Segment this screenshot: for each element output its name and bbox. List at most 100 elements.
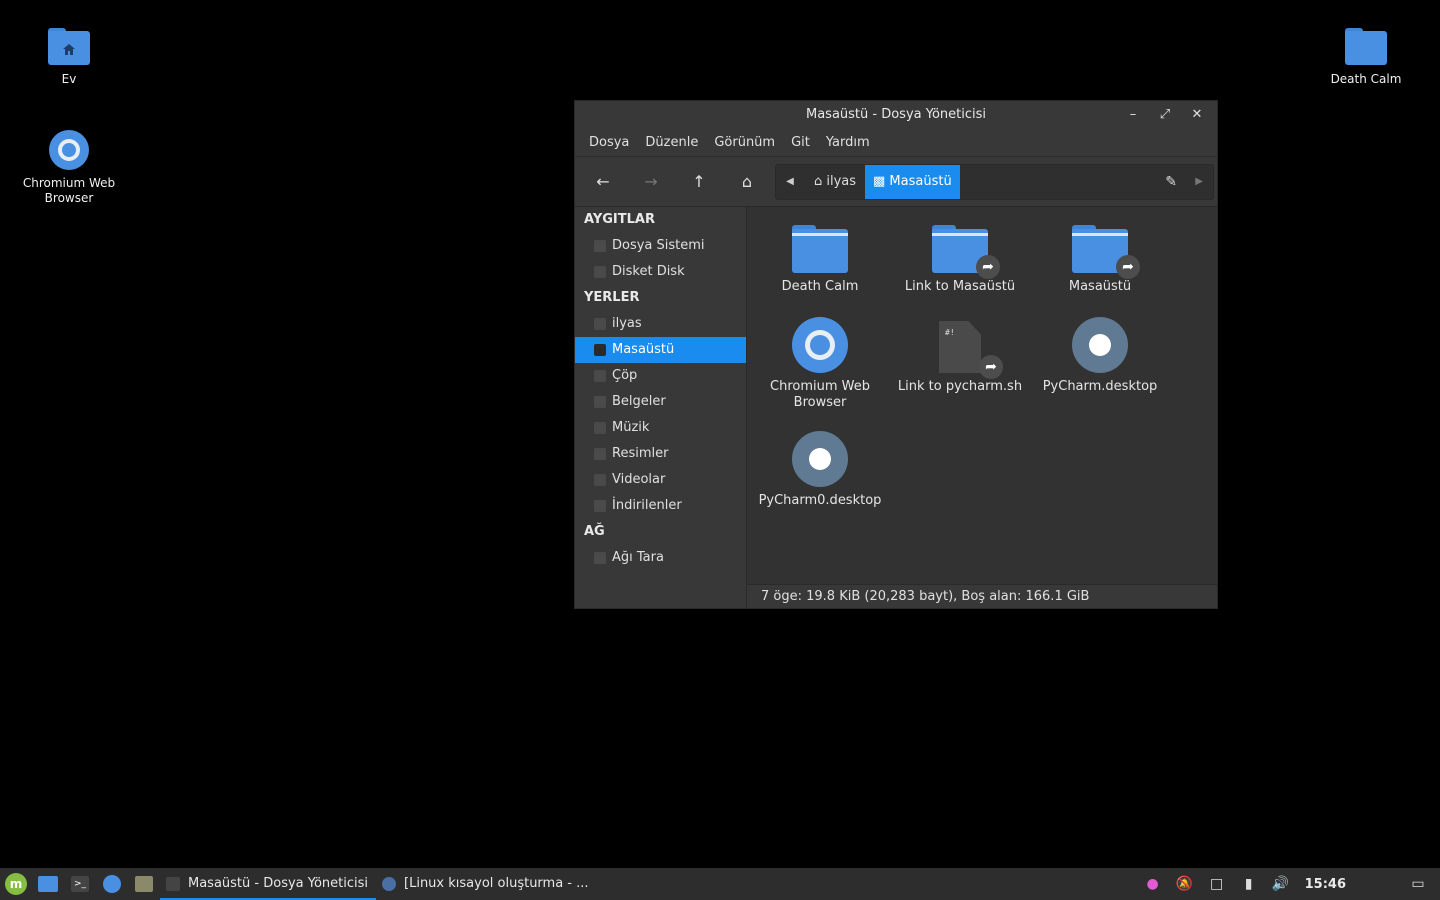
breadcrumb-home[interactable]: ⌂ ilyas bbox=[806, 165, 864, 199]
sidebar-header-devices: AYGITLAR bbox=[584, 212, 655, 227]
window-titlebar[interactable]: Masaüstü - Dosya Yöneticisi – ⤢ ✕ bbox=[575, 101, 1217, 129]
desktop-icon-death-calm[interactable]: Death Calm bbox=[1311, 26, 1421, 87]
drive-icon bbox=[594, 240, 606, 252]
volume-icon[interactable]: 🔊 bbox=[1265, 876, 1297, 892]
display-icon[interactable]: □ bbox=[1201, 876, 1233, 892]
terminal-launcher[interactable]: >_ bbox=[64, 868, 96, 900]
breadcrumb-current[interactable]: ▩ Masaüstü bbox=[865, 165, 960, 199]
folder-link-icon: ➦ bbox=[1072, 223, 1140, 279]
file-item[interactable]: ➦ Masaüstü bbox=[1030, 223, 1170, 295]
task-label: Masaüstü - Dosya Yöneticisi bbox=[188, 876, 369, 891]
file-item[interactable]: Chromium Web Browser bbox=[750, 317, 890, 411]
sidebar-item-floppy[interactable]: Disket Disk bbox=[575, 259, 746, 285]
status-bar: 7 öge: 19.8 KiB (20,283 bayt), Boş alan:… bbox=[747, 584, 1217, 608]
link-arrow-icon: ➦ bbox=[1116, 255, 1140, 279]
back-button[interactable]: ← bbox=[588, 168, 618, 196]
home-folder-icon bbox=[48, 26, 90, 66]
sidebar-item-label: Dosya Sistemi bbox=[612, 238, 705, 253]
mint-logo-icon: m bbox=[5, 873, 27, 895]
desktop-icon-label: Chromium Web Browser bbox=[22, 176, 116, 205]
sidebar-item-label: ilyas bbox=[612, 316, 642, 331]
menu-button[interactable]: m bbox=[0, 868, 32, 900]
desktop-icon-label: Ev bbox=[61, 72, 77, 86]
music-icon bbox=[594, 422, 606, 434]
sidebar-item-videos[interactable]: Videolar bbox=[575, 467, 746, 493]
menu-duzenle[interactable]: Düzenle bbox=[637, 135, 706, 150]
sidebar-item-label: Belgeler bbox=[612, 394, 666, 409]
sidebar-item-filesystem[interactable]: Dosya Sistemi bbox=[575, 233, 746, 259]
files-launcher[interactable] bbox=[128, 868, 160, 900]
file-manager-window: Masaüstü - Dosya Yöneticisi – ⤢ ✕ Dosya … bbox=[574, 100, 1218, 609]
path-bar: ◀ ⌂ ilyas ▩ Masaüstü ✎ ▶ bbox=[775, 164, 1214, 200]
taskbar: m >_ Masaüstü - Dosya Yöneticisi [Linux … bbox=[0, 868, 1440, 900]
edit-path-icon[interactable]: ✎ bbox=[1165, 165, 1177, 199]
pictures-icon bbox=[594, 448, 606, 460]
file-name: Link to Masaüstü bbox=[904, 279, 1016, 294]
folder-icon bbox=[792, 223, 848, 273]
terminal-icon: >_ bbox=[71, 876, 89, 892]
file-item[interactable]: Death Calm bbox=[750, 223, 890, 295]
file-name: Masaüstü bbox=[1068, 279, 1132, 294]
path-scroll-right-icon[interactable]: ▶ bbox=[1195, 165, 1203, 199]
folder-link-icon: ➦ bbox=[932, 223, 1000, 279]
show-desktop-button[interactable] bbox=[32, 868, 64, 900]
desktop-icon-label: Death Calm bbox=[1330, 72, 1402, 86]
menubar: Dosya Düzenle Görünüm Git Yardım bbox=[575, 129, 1217, 157]
menu-gorunum[interactable]: Görünüm bbox=[706, 135, 783, 150]
desktop-icon bbox=[594, 344, 606, 356]
minimize-button[interactable]: – bbox=[1119, 101, 1147, 129]
sidebar-item-downloads[interactable]: İndirilenler bbox=[575, 493, 746, 519]
sidebar-item-documents[interactable]: Belgeler bbox=[575, 389, 746, 415]
task-browser[interactable]: [Linux kısayol oluşturma - ... bbox=[376, 868, 597, 900]
sidebar-item-browse-network[interactable]: Ağı Tara bbox=[575, 545, 746, 571]
files-icon bbox=[135, 876, 153, 892]
videos-icon bbox=[594, 474, 606, 486]
forward-button[interactable]: → bbox=[636, 168, 666, 196]
script-link-icon: #! ➦ bbox=[939, 321, 1003, 379]
menu-dosya[interactable]: Dosya bbox=[581, 135, 637, 150]
file-item[interactable]: #! ➦ Link to pycharm.sh bbox=[890, 321, 1030, 395]
sidebar-item-label: Disket Disk bbox=[612, 264, 685, 279]
home-button[interactable]: ⌂ bbox=[732, 168, 762, 196]
sidebar-item-pictures[interactable]: Resimler bbox=[575, 441, 746, 467]
menu-yardim[interactable]: Yardım bbox=[818, 135, 878, 150]
menu-git[interactable]: Git bbox=[783, 135, 818, 150]
sidebar-item-label: Masaüstü bbox=[612, 342, 675, 357]
workspace-switcher-icon[interactable]: ▭ bbox=[1402, 876, 1434, 892]
notifications-off-icon[interactable]: 🔕 bbox=[1169, 876, 1201, 892]
file-name: Link to pycharm.sh bbox=[897, 379, 1023, 394]
desktop-icon-home[interactable]: Ev bbox=[14, 26, 124, 87]
file-item[interactable]: PyCharm0.desktop bbox=[750, 431, 890, 509]
link-arrow-icon: ➦ bbox=[979, 355, 1003, 379]
sidebar-item-trash[interactable]: Çöp bbox=[575, 363, 746, 389]
gear-icon bbox=[792, 431, 848, 487]
file-item[interactable]: ➦ Link to Masaüstü bbox=[890, 223, 1030, 295]
file-name: PyCharm0.desktop bbox=[758, 493, 882, 508]
sidebar-header-places: YERLER bbox=[584, 290, 640, 305]
desktop-icon bbox=[38, 876, 58, 892]
task-file-manager[interactable]: Masaüstü - Dosya Yöneticisi bbox=[160, 868, 377, 900]
sidebar-item-desktop[interactable]: Masaüstü bbox=[575, 337, 746, 363]
sidebar-item-label: Müzik bbox=[612, 420, 650, 435]
flame-icon[interactable]: ● bbox=[1137, 876, 1169, 892]
desktop-icon-chromium[interactable]: Chromium Web Browser bbox=[14, 130, 124, 206]
sidebar-item-label: Resimler bbox=[612, 446, 669, 461]
close-button[interactable]: ✕ bbox=[1183, 101, 1211, 129]
clock[interactable]: 15:46 bbox=[1297, 877, 1402, 892]
file-view[interactable]: Death Calm ➦ Link to Masaüstü ➦ Masaüstü… bbox=[747, 207, 1217, 584]
battery-icon[interactable]: ▮ bbox=[1233, 876, 1265, 892]
up-button[interactable]: ↑ bbox=[684, 168, 714, 196]
maximize-button[interactable]: ⤢ bbox=[1151, 101, 1179, 129]
system-tray: ● 🔕 □ ▮ 🔊 15:46 ▭ bbox=[1137, 868, 1440, 900]
file-name: PyCharm.desktop bbox=[1042, 379, 1158, 394]
chromium-icon bbox=[792, 317, 848, 373]
path-scroll-left-icon[interactable]: ◀ bbox=[780, 165, 800, 199]
sidebar-item-music[interactable]: Müzik bbox=[575, 415, 746, 441]
sidebar-item-label: İndirilenler bbox=[612, 498, 682, 513]
folder-icon bbox=[166, 877, 180, 891]
chromium-icon bbox=[103, 875, 121, 893]
folder-icon bbox=[1345, 26, 1387, 66]
file-item[interactable]: PyCharm.desktop bbox=[1030, 317, 1170, 395]
chromium-launcher[interactable] bbox=[96, 868, 128, 900]
sidebar-item-home[interactable]: ilyas bbox=[575, 311, 746, 337]
